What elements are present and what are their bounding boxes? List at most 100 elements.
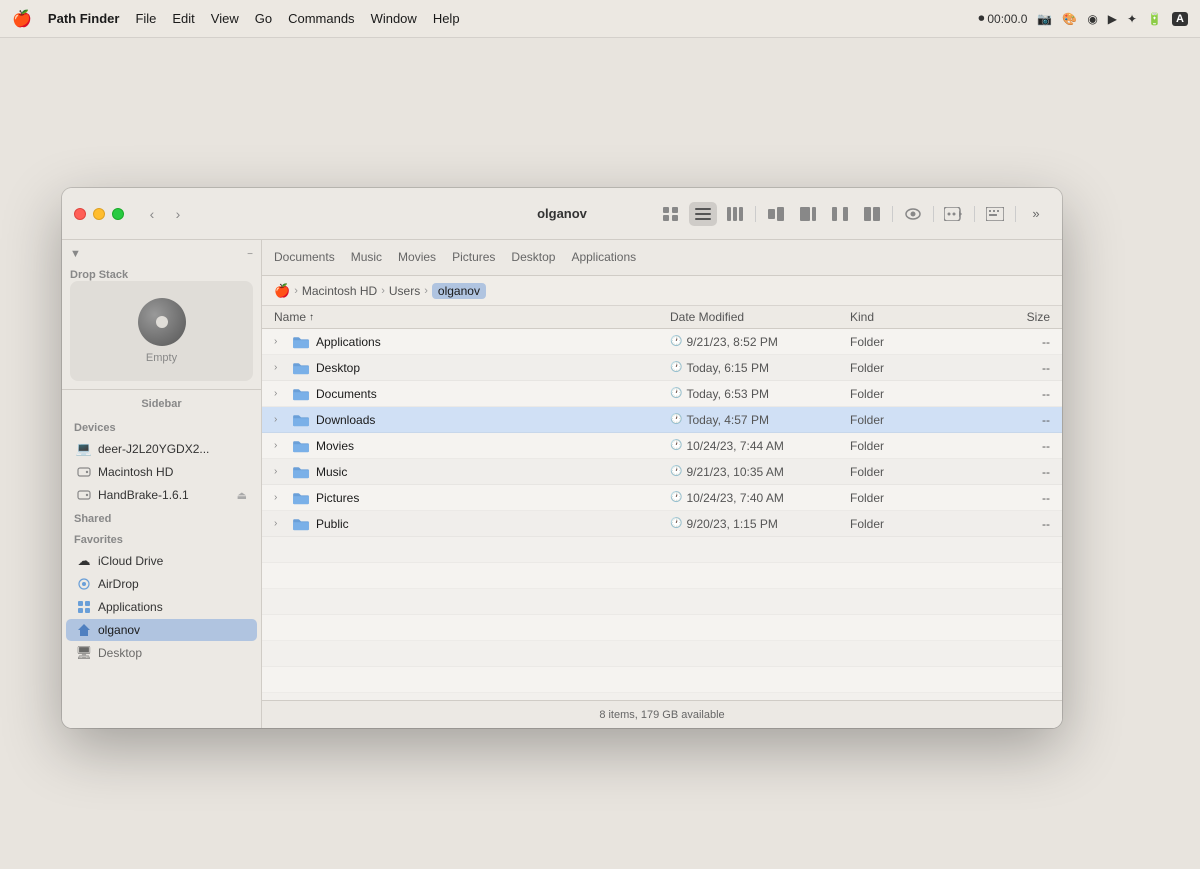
reeder-icon[interactable]: ◉ xyxy=(1087,12,1097,26)
loc-tab-music[interactable]: Music xyxy=(351,246,382,270)
close-button[interactable] xyxy=(74,208,86,220)
file-kind: Folder xyxy=(850,517,970,531)
view-column-button[interactable] xyxy=(721,202,749,226)
menu-edit[interactable]: Edit xyxy=(172,11,194,26)
expand-arrow-icon[interactable]: › xyxy=(274,440,286,451)
drop-stack-content: Empty xyxy=(70,281,253,381)
table-row[interactable]: › Movies 🕐 10/24/23, 7:44 AM Folder -- xyxy=(262,433,1062,459)
sidebar-item-handbrake[interactable]: HandBrake-1.6.1 ⏏ xyxy=(66,484,257,506)
sidebar-item-olganov[interactable]: olganov xyxy=(66,619,257,641)
col-header-size[interactable]: Size xyxy=(970,310,1050,324)
computer-icon: 💻 xyxy=(76,441,92,457)
battery-icon[interactable]: 🔋 xyxy=(1147,12,1162,26)
breadcrumb-olganov[interactable]: olganov xyxy=(432,283,486,299)
sidebar-item-olganov-label: olganov xyxy=(98,623,140,637)
col-header-kind[interactable]: Kind xyxy=(850,310,970,324)
menu-go[interactable]: Go xyxy=(255,11,272,26)
folder-icon xyxy=(292,491,310,505)
a-icon[interactable]: A xyxy=(1172,12,1188,26)
file-name: › Downloads xyxy=(274,413,670,427)
sidebar-item-airdrop[interactable]: AirDrop xyxy=(66,573,257,595)
empty-row xyxy=(262,693,1062,700)
cd-icon xyxy=(138,298,186,346)
cover-flow-button[interactable] xyxy=(762,202,790,226)
table-row[interactable]: › Music 🕐 9/21/23, 10:35 AM Folder -- xyxy=(262,459,1062,485)
loc-tab-pictures[interactable]: Pictures xyxy=(452,246,495,270)
drop-stack-minus-icon[interactable]: − xyxy=(247,249,253,260)
sidebar-item-deer[interactable]: 💻 deer-J2L20YGDX2... xyxy=(66,438,257,460)
maximize-button[interactable] xyxy=(112,208,124,220)
expand-arrow-icon[interactable]: › xyxy=(274,518,286,529)
view-list-button[interactable] xyxy=(689,202,717,226)
action-menu-button[interactable] xyxy=(940,202,968,226)
sidebar-section-devices: Devices xyxy=(62,416,261,437)
menu-window[interactable]: Window xyxy=(371,11,417,26)
menu-file[interactable]: File xyxy=(135,11,156,26)
file-date: 🕐 9/21/23, 8:52 PM xyxy=(670,335,850,349)
window-title: olganov xyxy=(537,206,587,221)
table-row[interactable]: › Downloads 🕐 Today, 4:57 PM Folder -- xyxy=(262,407,1062,433)
menubar-left: 🍎 Path Finder File Edit View Go Commands… xyxy=(12,9,460,29)
folder-icon xyxy=(292,517,310,531)
toolbar: » xyxy=(657,202,1050,226)
keyboard-button[interactable] xyxy=(981,202,1009,226)
file-kind: Folder xyxy=(850,387,970,401)
view-grid-button[interactable] xyxy=(657,202,685,226)
sidebar-item-airdrop-label: AirDrop xyxy=(98,577,139,591)
expand-arrow-icon[interactable]: › xyxy=(274,492,286,503)
file-date-text: Today, 4:57 PM xyxy=(686,413,769,427)
loc-tab-applications[interactable]: Applications xyxy=(571,246,636,270)
screenshot-icon[interactable]: 📷 xyxy=(1037,12,1052,26)
col-header-date[interactable]: Date Modified xyxy=(670,310,850,324)
file-date-text: Today, 6:15 PM xyxy=(686,361,769,375)
table-row[interactable]: › Pictures 🕐 10/24/23, 7:40 AM Folder -- xyxy=(262,485,1062,511)
loc-tab-movies[interactable]: Movies xyxy=(398,246,436,270)
apple-menu[interactable]: 🍎 xyxy=(12,9,32,29)
expand-arrow-icon[interactable]: › xyxy=(274,466,286,477)
expand-arrow-icon[interactable]: › xyxy=(274,388,286,399)
sidebar-item-desktop[interactable]: 🖥 Desktop xyxy=(66,642,257,664)
forward-button[interactable]: › xyxy=(166,203,190,225)
breadcrumb-users[interactable]: Users xyxy=(389,284,420,298)
table-row[interactable]: › Applications 🕐 9/21/23, 8:52 PM Folder… xyxy=(262,329,1062,355)
app-name[interactable]: Path Finder xyxy=(48,11,120,26)
loc-tab-desktop[interactable]: Desktop xyxy=(511,246,555,270)
eye-button[interactable] xyxy=(899,202,927,226)
expand-arrow-icon[interactable]: › xyxy=(274,362,286,373)
sidebar-item-deer-label: deer-J2L20YGDX2... xyxy=(98,442,209,456)
sidebar-item-macintosh-hd[interactable]: Macintosh HD xyxy=(66,461,257,483)
table-header: Name ↑ Date Modified Kind Size xyxy=(262,306,1062,329)
file-date: 🕐 Today, 6:15 PM xyxy=(670,361,850,375)
menu-help[interactable]: Help xyxy=(433,11,460,26)
minimize-button[interactable] xyxy=(93,208,105,220)
preview-button[interactable] xyxy=(794,202,822,226)
menu-view[interactable]: View xyxy=(211,11,239,26)
more-button[interactable]: » xyxy=(1022,202,1050,226)
table-row[interactable]: › Desktop 🕐 Today, 6:15 PM Folder -- xyxy=(262,355,1062,381)
color-sync-icon[interactable]: 🎨 xyxy=(1062,12,1077,26)
eject-icon[interactable]: ⏏ xyxy=(237,489,247,502)
file-size: -- xyxy=(970,517,1050,531)
table-row[interactable]: › Public 🕐 9/20/23, 1:15 PM Folder -- xyxy=(262,511,1062,537)
menu-commands[interactable]: Commands xyxy=(288,11,354,26)
sidebar-item-icloud[interactable]: ☁ iCloud Drive xyxy=(66,550,257,572)
table-row[interactable]: › Documents 🕐 Today, 6:53 PM Folder -- xyxy=(262,381,1062,407)
toolbar-separator-5 xyxy=(1015,206,1016,222)
empty-row xyxy=(262,667,1062,693)
file-kind: Folder xyxy=(850,491,970,505)
drop-stack-chevron-icon[interactable]: ▼ xyxy=(70,248,81,260)
breadcrumb-apple-icon[interactable]: 🍎 xyxy=(274,283,290,299)
expand-arrow-icon[interactable]: › xyxy=(274,336,286,347)
play-icon[interactable]: ▶ xyxy=(1108,12,1117,26)
loc-tab-documents[interactable]: Documents xyxy=(274,246,335,270)
expand-arrow-icon[interactable]: › xyxy=(274,414,286,425)
sidebar-item-applications[interactable]: Applications xyxy=(66,596,257,618)
col-header-name[interactable]: Name ↑ xyxy=(274,310,670,324)
dual-button[interactable] xyxy=(858,202,886,226)
breadcrumb-macintosh-hd[interactable]: Macintosh HD xyxy=(302,284,377,298)
clock-icon: 🕐 xyxy=(670,336,682,347)
back-button[interactable]: ‹ xyxy=(140,203,164,225)
file-date: 🕐 9/21/23, 10:35 AM xyxy=(670,465,850,479)
bluetooth-icon[interactable]: ✦ xyxy=(1127,12,1137,26)
preview2-button[interactable] xyxy=(826,202,854,226)
